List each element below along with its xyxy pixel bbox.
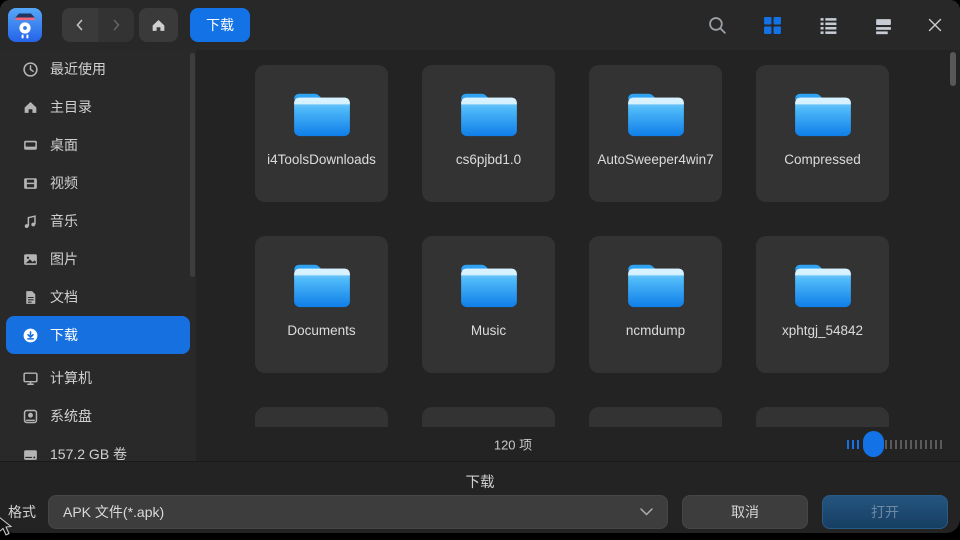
sidebar-item-label: 计算机 bbox=[50, 368, 92, 388]
sidebar-item-label: 下载 bbox=[50, 325, 78, 345]
home-icon bbox=[150, 17, 167, 34]
folder-name: Compressed bbox=[776, 151, 869, 168]
sidebar-item-documents[interactable]: 文档 bbox=[6, 278, 190, 316]
cancel-button[interactable]: 取消 bbox=[682, 495, 808, 529]
file-manager-app-icon bbox=[7, 7, 43, 43]
home-icon bbox=[22, 99, 39, 116]
icon-view-button[interactable] bbox=[757, 10, 787, 40]
sidebar-item-label: 文档 bbox=[50, 287, 78, 307]
chevron-left-icon bbox=[72, 17, 88, 33]
file-chooser-dialog: 下载 bbox=[0, 0, 960, 533]
folder-tile-partial[interactable] bbox=[589, 407, 722, 427]
chevron-down-icon bbox=[640, 508, 653, 516]
mouse-cursor bbox=[0, 516, 15, 536]
folder-icon bbox=[792, 260, 854, 310]
music-icon bbox=[22, 213, 39, 230]
home-button[interactable] bbox=[139, 8, 178, 42]
folder-name: ncmdump bbox=[618, 322, 693, 339]
folder-tile-partial[interactable] bbox=[756, 407, 889, 427]
clock-icon bbox=[22, 61, 39, 78]
close-button[interactable] bbox=[920, 10, 950, 40]
search-button[interactable] bbox=[702, 10, 732, 40]
list-view-icon bbox=[819, 16, 838, 35]
dialog-footer: 下载 格式 APK 文件(*.apk) 取消 打开 bbox=[0, 461, 960, 533]
folder-name: AutoSweeper4win7 bbox=[589, 151, 721, 168]
forward-button[interactable] bbox=[98, 8, 134, 42]
close-icon bbox=[926, 16, 944, 34]
folder-name: cs6pjbd1.0 bbox=[448, 151, 529, 168]
folder-tile[interactable]: Compressed bbox=[756, 65, 889, 202]
sidebar-item-label: 系统盘 bbox=[50, 406, 92, 426]
drive-icon bbox=[22, 446, 39, 463]
grid-view-icon bbox=[763, 16, 782, 35]
sidebar-item-desktop[interactable]: 桌面 bbox=[6, 126, 190, 164]
folder-tile[interactable]: Documents bbox=[255, 236, 388, 373]
sidebar-item-computer[interactable]: 计算机 bbox=[6, 359, 190, 397]
desktop-icon bbox=[22, 137, 39, 154]
file-format-value: APK 文件(*.apk) bbox=[63, 502, 164, 522]
file-grid-view: i4ToolsDownloads cs6pjbd1.0 AutoSweeper4… bbox=[196, 50, 960, 427]
folder-tile[interactable]: i4ToolsDownloads bbox=[255, 65, 388, 202]
slider-ticks-filled bbox=[847, 440, 862, 449]
folder-icon bbox=[792, 89, 854, 139]
sidebar-item-home[interactable]: 主目录 bbox=[6, 88, 190, 126]
slider-ticks-empty bbox=[885, 440, 942, 449]
folder-icon bbox=[625, 260, 687, 310]
icon-size-slider[interactable] bbox=[847, 427, 942, 461]
folder-icon bbox=[291, 260, 353, 310]
compact-view-icon bbox=[874, 16, 893, 35]
folder-tile-partial[interactable] bbox=[422, 407, 555, 427]
sidebar-item-label: 图片 bbox=[50, 249, 78, 269]
folder-tile[interactable]: Music bbox=[422, 236, 555, 373]
sidebar-item-label: 桌面 bbox=[50, 135, 78, 155]
history-nav-group bbox=[62, 8, 134, 42]
folder-tile[interactable]: ncmdump bbox=[589, 236, 722, 373]
folder-icon bbox=[625, 89, 687, 139]
folder-tile[interactable]: xphtgj_54842 bbox=[756, 236, 889, 373]
sidebar-item-label: 最近使用 bbox=[50, 59, 106, 79]
folder-icon bbox=[458, 89, 520, 139]
disk-icon bbox=[22, 408, 39, 425]
sidebar-item-label: 主目录 bbox=[50, 97, 92, 117]
folder-name: Music bbox=[463, 322, 514, 339]
search-icon bbox=[707, 15, 728, 36]
compact-view-button[interactable] bbox=[868, 10, 898, 40]
sidebar-item-videos[interactable]: 视频 bbox=[6, 164, 190, 202]
folder-name: Documents bbox=[279, 322, 363, 339]
list-view-button[interactable] bbox=[813, 10, 843, 40]
open-button[interactable]: 打开 bbox=[822, 495, 948, 529]
back-button[interactable] bbox=[62, 8, 98, 42]
titlebar: 下载 bbox=[0, 0, 960, 50]
slider-handle[interactable] bbox=[863, 431, 884, 457]
folder-name: xphtgj_54842 bbox=[774, 322, 871, 339]
sidebar-item-label: 视频 bbox=[50, 173, 78, 193]
sidebar-item-system-disk[interactable]: 系统盘 bbox=[6, 397, 190, 435]
sidebar-item-pictures[interactable]: 图片 bbox=[6, 240, 190, 278]
download-icon bbox=[22, 327, 39, 344]
computer-icon bbox=[22, 370, 39, 387]
sidebar-item-recent[interactable]: 最近使用 bbox=[6, 50, 190, 88]
folder-tile[interactable]: cs6pjbd1.0 bbox=[422, 65, 555, 202]
chevron-right-icon bbox=[108, 17, 124, 33]
content-scrollbar[interactable] bbox=[950, 52, 956, 86]
folder-icon bbox=[458, 260, 520, 310]
folder-name: i4ToolsDownloads bbox=[259, 151, 384, 168]
current-location-tab[interactable]: 下载 bbox=[190, 8, 250, 42]
sidebar-scrollbar[interactable] bbox=[190, 53, 195, 277]
sidebar: 最近使用 主目录 桌面 视频 音乐 bbox=[0, 50, 196, 461]
folder-tile[interactable]: AutoSweeper4win7 bbox=[589, 65, 722, 202]
folder-icon bbox=[291, 89, 353, 139]
dialog-location-title: 下载 bbox=[0, 471, 960, 492]
sidebar-item-music[interactable]: 音乐 bbox=[6, 202, 190, 240]
image-icon bbox=[22, 251, 39, 268]
video-icon bbox=[22, 175, 39, 192]
document-icon bbox=[22, 289, 39, 306]
statusbar: 120 项 bbox=[196, 427, 960, 461]
sidebar-item-downloads[interactable]: 下载 bbox=[6, 316, 190, 354]
folder-tile-partial[interactable] bbox=[255, 407, 388, 427]
sidebar-item-label: 音乐 bbox=[50, 211, 78, 231]
item-count: 120 项 bbox=[494, 435, 532, 454]
file-format-select[interactable]: APK 文件(*.apk) bbox=[48, 495, 668, 529]
